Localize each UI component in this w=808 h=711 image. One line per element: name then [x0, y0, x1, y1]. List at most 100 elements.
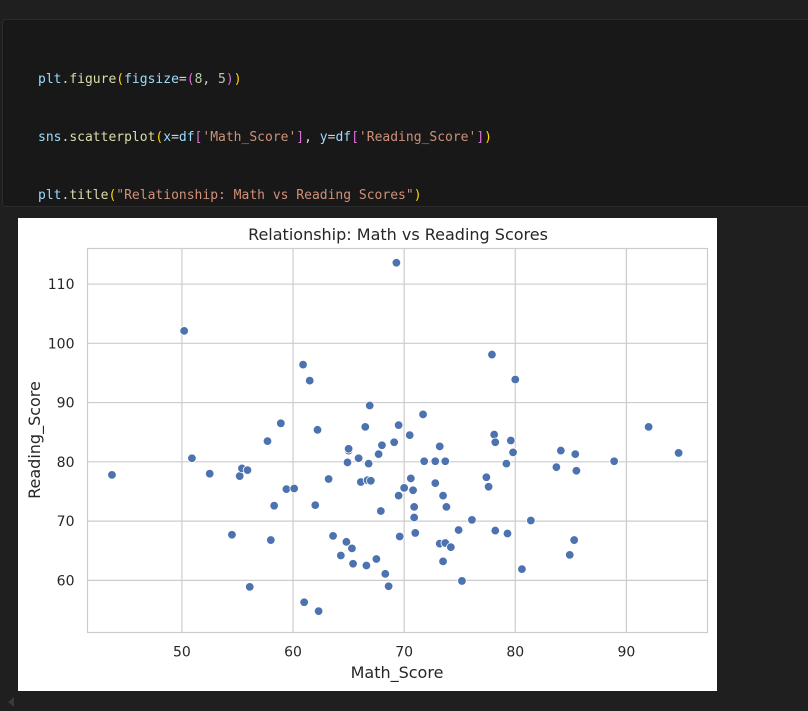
scatter-point	[245, 582, 255, 592]
scatter-point	[399, 483, 409, 493]
scatter-point	[467, 515, 477, 525]
scatter-point	[380, 569, 390, 579]
scatter-point	[490, 437, 500, 447]
y-tick-label: 90	[57, 396, 75, 412]
x-tick-label: 60	[284, 645, 302, 661]
scatter-point	[438, 556, 448, 567]
scatter-point	[298, 359, 308, 370]
scatter-point	[323, 474, 334, 484]
scatter-point	[430, 478, 440, 488]
scatter-point	[435, 441, 445, 452]
scatter-point	[446, 542, 456, 552]
x-tick-label: 80	[506, 645, 524, 661]
scatter-point	[242, 465, 253, 475]
scatter-point	[389, 437, 399, 447]
scatter-point	[262, 436, 273, 446]
scatter-point	[609, 456, 619, 466]
scatter-point	[187, 453, 197, 463]
scatter-point	[347, 543, 357, 554]
scatter-point	[483, 482, 494, 492]
x-tick-label: 70	[395, 645, 413, 661]
scatter-point	[360, 422, 370, 432]
scroll-left-icon[interactable]	[8, 697, 14, 707]
scatter-point	[565, 550, 575, 560]
code-cell[interactable]: plt.figure(figsize=(8, 5)) sns.scatterpl…	[2, 19, 808, 491]
y-tick-label: 110	[48, 277, 75, 293]
scatter-point	[489, 429, 499, 440]
scatter-point	[643, 422, 654, 432]
scatter-point	[343, 444, 354, 454]
scatter-point	[269, 500, 279, 511]
scatter-point	[441, 502, 452, 512]
scatter-point	[363, 458, 374, 469]
code-line-2: sns.scatterplot(x=df['Math_Score'], y=df…	[38, 130, 492, 145]
scatter-point	[440, 456, 450, 466]
y-tick-label: 100	[48, 336, 75, 352]
scatter-point	[508, 447, 518, 458]
y-tick-label: 80	[57, 455, 75, 471]
scatter-point	[430, 456, 440, 466]
scatter-point	[312, 425, 323, 435]
scatter-point	[570, 449, 580, 459]
scatter-point	[405, 430, 415, 440]
scatter-point	[502, 528, 513, 539]
y-tick-label: 70	[57, 514, 75, 530]
scatter-point	[501, 458, 512, 469]
scatter-point	[235, 471, 245, 481]
scatter-point	[408, 485, 418, 495]
scatter-point	[342, 457, 353, 468]
scatter-point	[391, 258, 402, 268]
scatter-point	[510, 374, 520, 385]
scatter-point	[410, 528, 420, 538]
x-tick-label: 90	[617, 645, 635, 661]
scatter-point	[395, 531, 405, 542]
scatter-point	[377, 440, 387, 450]
scatter-point	[107, 470, 117, 480]
y-tick-label: 60	[57, 573, 75, 589]
scatter-point	[310, 500, 320, 510]
scatter-point	[419, 456, 429, 466]
scatter-point	[406, 473, 416, 484]
x-tick-label: 50	[173, 645, 191, 661]
scatter-point	[526, 515, 536, 526]
scatter-point	[393, 490, 404, 501]
scatter-point	[673, 448, 684, 458]
scatter-point	[517, 564, 527, 574]
scatter-point	[551, 462, 562, 472]
scatter-point	[299, 597, 309, 607]
scatter-point	[418, 409, 428, 420]
scatter-point	[409, 502, 419, 512]
scatter-point	[383, 581, 394, 591]
code-line-1: plt.figure(figsize=(8, 5))	[38, 72, 242, 88]
scatter-point	[205, 468, 215, 479]
scatter-chart: Relationship: Math vs Reading Scores 50 6…	[25, 225, 709, 683]
scatter-point	[569, 535, 579, 545]
scatter-point	[571, 466, 582, 476]
y-axis-title: Reading_Score	[25, 381, 45, 499]
scatter-point	[353, 453, 364, 463]
scatter-point	[373, 449, 384, 459]
scatter-point	[179, 326, 189, 336]
scatter-point	[266, 535, 276, 545]
scatter-point	[409, 512, 419, 523]
scatter-point	[393, 420, 404, 430]
scatter-point	[366, 476, 376, 486]
scatter-point	[556, 445, 566, 456]
chart-title: Relationship: Math vs Reading Scores	[248, 225, 548, 244]
scatter-point	[457, 576, 467, 586]
scatter-point	[336, 550, 346, 561]
scatter-point	[506, 435, 516, 446]
scatter-point	[481, 472, 492, 482]
scatter-point	[490, 525, 500, 536]
scatter-point	[376, 506, 386, 516]
scatter-point	[227, 530, 237, 540]
scatter-point	[453, 525, 464, 535]
scatter-point	[305, 375, 315, 386]
scatter-point	[361, 560, 372, 571]
scatter-point	[289, 483, 299, 494]
code-line-3: plt.title("Relationship: Math vs Reading…	[38, 187, 422, 203]
x-axis-title: Math_Score	[351, 663, 444, 683]
scatter-point	[365, 400, 375, 411]
scatter-point	[371, 554, 382, 564]
scatter-point	[276, 418, 286, 429]
